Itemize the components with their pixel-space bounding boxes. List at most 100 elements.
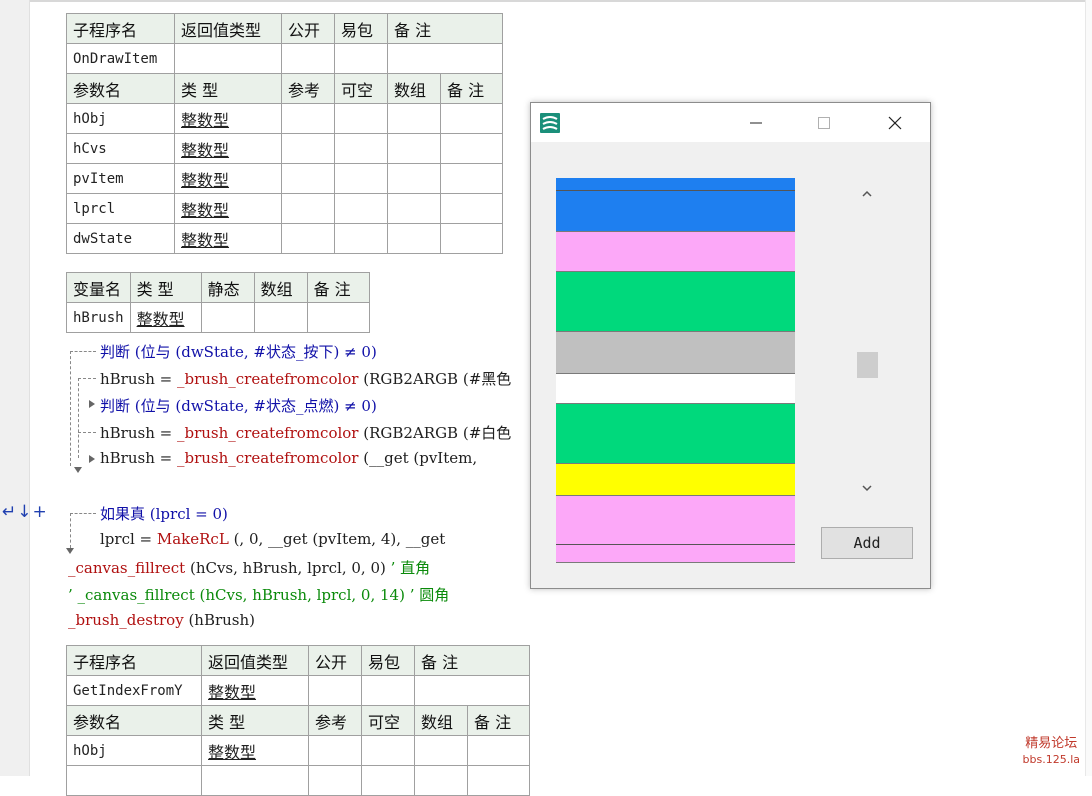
epkg-cell[interactable] xyxy=(361,675,415,706)
code-line[interactable]: hBrush = _brush_createfromcolor (RGB2ARG… xyxy=(100,422,511,443)
param-type-link[interactable]: 整数型 xyxy=(174,103,282,134)
public-cell[interactable] xyxy=(308,675,362,706)
param-ref[interactable] xyxy=(281,193,335,224)
param-array[interactable] xyxy=(387,103,441,134)
param-note[interactable] xyxy=(440,223,503,254)
var-static[interactable] xyxy=(200,302,255,333)
param-note[interactable] xyxy=(467,735,530,766)
rettype-cell[interactable] xyxy=(174,43,282,74)
param-name[interactable]: pvItem xyxy=(66,163,175,194)
var-name[interactable]: hBrush xyxy=(66,302,131,333)
param-name[interactable]: lprcl xyxy=(66,193,175,224)
param-note[interactable] xyxy=(440,193,503,224)
param-type-link[interactable]: 整数型 xyxy=(201,735,309,766)
param-nullable[interactable] xyxy=(361,735,415,766)
list-item[interactable] xyxy=(556,404,795,464)
param-row[interactable]: hObj 整数型 xyxy=(66,103,503,134)
param-array[interactable] xyxy=(387,223,441,254)
param-array[interactable] xyxy=(387,133,441,164)
close-button[interactable] xyxy=(872,103,918,142)
var-array[interactable] xyxy=(253,302,308,333)
public-cell[interactable] xyxy=(281,43,335,74)
param-name[interactable] xyxy=(66,765,202,796)
col-public: 公开 xyxy=(308,645,362,676)
param-row[interactable]: pvItem 整数型 xyxy=(66,163,503,194)
param-header-row: 参数名 类 型 参考 可空 数组 备 注 xyxy=(66,73,503,104)
param-name[interactable]: hObj xyxy=(66,103,175,134)
list-item[interactable] xyxy=(556,232,795,272)
param-array[interactable] xyxy=(387,163,441,194)
var-row[interactable]: hBrush 整数型 xyxy=(66,302,370,333)
var-type-link[interactable]: 整数型 xyxy=(129,302,202,333)
param-row[interactable]: hCvs 整数型 xyxy=(66,133,503,164)
param-row[interactable] xyxy=(66,765,530,796)
code-line[interactable]: _brush_destroy (hBrush) xyxy=(68,611,255,629)
code-line[interactable]: hBrush = _brush_createfromcolor (RGB2ARG… xyxy=(100,368,511,389)
param-name[interactable]: hCvs xyxy=(66,133,175,164)
scroll-thumb[interactable] xyxy=(857,352,878,378)
param-nullable[interactable] xyxy=(334,223,388,254)
param-ref[interactable] xyxy=(281,103,335,134)
custom-listbox[interactable] xyxy=(556,178,795,563)
param-nullable[interactable] xyxy=(334,133,388,164)
sub-name-cell[interactable]: GetIndexFromY xyxy=(66,675,202,706)
title-bar[interactable] xyxy=(531,103,930,142)
param-nullable[interactable] xyxy=(361,765,415,796)
param-name[interactable]: dwState xyxy=(66,223,175,254)
param-nullable[interactable] xyxy=(334,193,388,224)
code-line[interactable]: lprcl = MakeRcL (, 0, __get (pvItem, 4),… xyxy=(100,530,445,548)
param-type-link[interactable]: 整数型 xyxy=(174,133,282,164)
list-item[interactable] xyxy=(556,332,795,374)
param-ref[interactable] xyxy=(308,735,362,766)
code-token: _canvas_fillrect xyxy=(68,559,186,577)
list-item[interactable] xyxy=(556,464,795,496)
param-note[interactable] xyxy=(440,103,503,134)
code-line[interactable]: 判断 (位与 (dwState, #状态_点燃) ≠ 0) xyxy=(100,395,377,416)
param-type-link[interactable]: 整数型 xyxy=(174,193,282,224)
list-item[interactable] xyxy=(556,374,795,404)
demo-window[interactable]: Add xyxy=(530,102,931,589)
param-note[interactable] xyxy=(467,765,530,796)
code-line[interactable]: ’ _canvas_fillrect (hCvs, hBrush, lprcl,… xyxy=(68,584,449,605)
param-array[interactable] xyxy=(414,765,468,796)
param-array[interactable] xyxy=(387,193,441,224)
epkg-cell[interactable] xyxy=(334,43,388,74)
note-cell[interactable] xyxy=(414,675,530,706)
code-line[interactable]: 如果真 (lprcl = 0) xyxy=(100,503,228,524)
param-ref[interactable] xyxy=(281,223,335,254)
rettype-link[interactable]: 整数型 xyxy=(201,675,309,706)
param-ref[interactable] xyxy=(281,133,335,164)
gutter-tool-icons[interactable]: ↵↓+ xyxy=(2,502,48,522)
sub-row[interactable]: GetIndexFromY 整数型 xyxy=(66,675,530,706)
param-type-link[interactable]: 整数型 xyxy=(174,223,282,254)
minimize-button[interactable] xyxy=(733,103,779,142)
sub-row[interactable]: OnDrawItem xyxy=(66,43,503,74)
param-name[interactable]: hObj xyxy=(66,735,202,766)
param-nullable[interactable] xyxy=(334,103,388,134)
param-ref[interactable] xyxy=(308,765,362,796)
param-row[interactable]: lprcl 整数型 xyxy=(66,193,503,224)
code-line[interactable]: _canvas_fillrect (hCvs, hBrush, lprcl, 0… xyxy=(68,557,430,578)
list-item[interactable] xyxy=(556,496,795,563)
add-button[interactable]: Add xyxy=(821,527,913,559)
vertical-scrollbar[interactable] xyxy=(852,178,879,498)
param-nullable[interactable] xyxy=(334,163,388,194)
var-note[interactable] xyxy=(306,302,370,333)
scroll-up-icon[interactable] xyxy=(854,184,881,204)
list-item[interactable] xyxy=(556,178,795,232)
list-item[interactable] xyxy=(556,272,795,332)
param-row[interactable]: dwState 整数型 xyxy=(66,223,503,254)
param-note[interactable] xyxy=(440,163,503,194)
param-ref[interactable] xyxy=(281,163,335,194)
code-line[interactable]: 判断 (位与 (dwState, #状态_按下) ≠ 0) xyxy=(100,341,377,362)
param-array[interactable] xyxy=(414,735,468,766)
param-row[interactable]: hObj 整数型 xyxy=(66,735,530,766)
maximize-button[interactable] xyxy=(801,103,847,142)
code-line[interactable]: hBrush = _brush_createfromcolor (__get (… xyxy=(100,449,477,467)
sub-name-cell[interactable]: OnDrawItem xyxy=(66,43,175,74)
param-type-link[interactable]: 整数型 xyxy=(174,163,282,194)
param-note[interactable] xyxy=(440,133,503,164)
note-cell[interactable] xyxy=(387,43,503,74)
param-type[interactable] xyxy=(201,765,309,796)
scroll-down-icon[interactable] xyxy=(854,478,881,498)
